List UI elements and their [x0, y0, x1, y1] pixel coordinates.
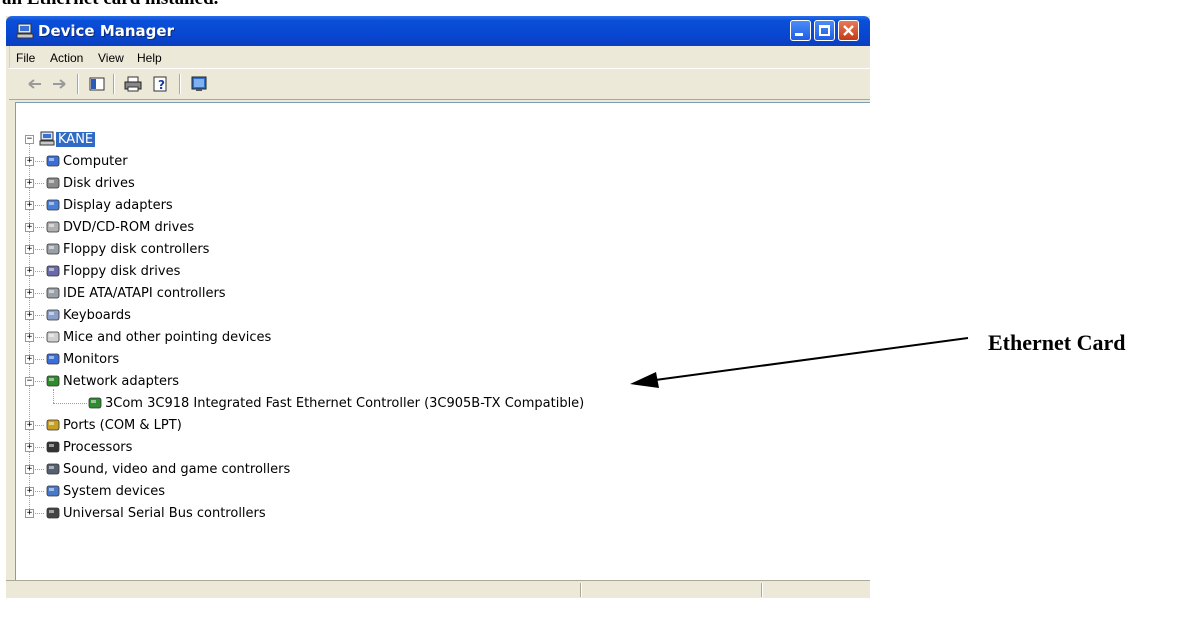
- tree-item-label[interactable]: Ports (COM & LPT): [63, 418, 182, 433]
- expand-toggle[interactable]: +: [25, 311, 34, 320]
- device-manager-icon: [16, 23, 34, 39]
- maximize-button[interactable]: [814, 20, 835, 41]
- print-icon[interactable]: [123, 75, 143, 93]
- tree-item-label[interactable]: Monitors: [63, 352, 119, 367]
- sound-icon: [45, 461, 61, 477]
- menu-view[interactable]: View: [98, 51, 124, 65]
- keyboard-icon: [45, 307, 61, 323]
- expand-toggle[interactable]: +: [25, 509, 34, 518]
- close-icon: [843, 25, 854, 36]
- collapse-toggle[interactable]: −: [25, 377, 34, 386]
- mouse-icon: [45, 329, 61, 345]
- expand-toggle[interactable]: +: [25, 355, 34, 364]
- status-separator: [761, 583, 763, 597]
- expand-toggle[interactable]: +: [25, 157, 34, 166]
- tree-item-label[interactable]: Universal Serial Bus controllers: [63, 506, 266, 521]
- tree-guide-line: [53, 403, 87, 405]
- window-title: Device Manager: [38, 22, 174, 40]
- close-button[interactable]: [838, 20, 859, 41]
- minimize-button[interactable]: [790, 20, 811, 41]
- expand-toggle[interactable]: +: [25, 201, 34, 210]
- port-icon: [45, 417, 61, 433]
- disk-drive-icon: [45, 175, 61, 191]
- tree-item-label[interactable]: Floppy disk controllers: [63, 242, 209, 257]
- tree-root-node[interactable]: KANE: [56, 132, 96, 147]
- tree-item-label[interactable]: Sound, video and game controllers: [63, 462, 290, 477]
- controller-icon: [45, 285, 61, 301]
- svg-text:?: ?: [158, 78, 165, 92]
- ethernet-card-label: Ethernet Card: [988, 330, 1126, 355]
- expand-toggle[interactable]: +: [25, 267, 34, 276]
- title-bar[interactable]: Device Manager: [6, 16, 870, 46]
- tree-item-label[interactable]: System devices: [63, 484, 165, 499]
- tree-guide-line: [29, 143, 31, 513]
- expand-toggle[interactable]: +: [25, 245, 34, 254]
- tree-item-label[interactable]: Mice and other pointing devices: [63, 330, 271, 345]
- status-bar: [6, 580, 870, 598]
- expand-toggle[interactable]: +: [25, 487, 34, 496]
- computer-icon: [39, 131, 55, 146]
- collapse-toggle[interactable]: −: [25, 135, 34, 144]
- computer-icon: [45, 153, 61, 169]
- show-hide-tree-icon[interactable]: [87, 75, 107, 93]
- expand-toggle[interactable]: +: [25, 289, 34, 298]
- menu-help[interactable]: Help: [137, 51, 162, 65]
- processor-icon: [45, 439, 61, 455]
- expand-toggle[interactable]: +: [25, 179, 34, 188]
- tree-root-label: KANE: [56, 132, 96, 147]
- expand-toggle[interactable]: +: [25, 223, 34, 232]
- menu-file[interactable]: File: [16, 51, 35, 65]
- toolbar-separator: [113, 74, 115, 94]
- tree-item-label[interactable]: Processors: [63, 440, 132, 455]
- network-card-icon: [87, 395, 103, 411]
- floppy-icon: [45, 263, 61, 279]
- expand-toggle[interactable]: +: [25, 465, 34, 474]
- system-icon: [45, 483, 61, 499]
- display-adapter-icon: [45, 197, 61, 213]
- tree-item-label[interactable]: Computer: [63, 154, 128, 169]
- status-separator: [580, 583, 582, 597]
- back-arrow-icon[interactable]: [25, 75, 45, 93]
- tree-item-label[interactable]: DVD/CD-ROM drives: [63, 220, 194, 235]
- menu-action[interactable]: Action: [50, 51, 83, 65]
- toolbar-separator: [77, 74, 79, 94]
- forward-arrow-icon[interactable]: [49, 75, 69, 93]
- properties-help-icon[interactable]: ?: [151, 75, 171, 93]
- maximize-icon: [819, 25, 830, 36]
- tree-item-label[interactable]: Floppy disk drives: [63, 264, 180, 279]
- expand-toggle[interactable]: +: [25, 333, 34, 342]
- toolbar: ?: [9, 68, 870, 100]
- network-card-icon: [45, 373, 61, 389]
- expand-toggle[interactable]: +: [25, 443, 34, 452]
- device-manager-window: Device Manager File Action View Help ? −…: [6, 16, 870, 598]
- controller-icon: [45, 241, 61, 257]
- monitor-icon: [45, 351, 61, 367]
- minimize-icon: [795, 33, 803, 36]
- menu-bar: File Action View Help: [9, 46, 870, 68]
- tree-item-label[interactable]: Display adapters: [63, 198, 173, 213]
- cdrom-icon: [45, 219, 61, 235]
- tree-guide-line: [53, 389, 55, 403]
- tree-item-label[interactable]: Disk drives: [63, 176, 135, 191]
- tree-item-label[interactable]: Keyboards: [63, 308, 131, 323]
- toolbar-separator: [179, 74, 181, 94]
- expand-toggle[interactable]: +: [25, 421, 34, 430]
- usb-icon: [45, 505, 61, 521]
- document-heading: an Ethernet card installed.: [2, 0, 218, 10]
- tree-child-label[interactable]: 3Com 3C918 Integrated Fast Ethernet Cont…: [105, 396, 584, 411]
- tree-item-label[interactable]: Network adapters: [63, 374, 179, 389]
- device-tree-panel[interactable]: − KANE + Computer + Disk drives + Display ada…: [15, 102, 870, 582]
- tree-item-label[interactable]: IDE ATA/ATAPI controllers: [63, 286, 226, 301]
- scan-hardware-icon[interactable]: [189, 75, 209, 93]
